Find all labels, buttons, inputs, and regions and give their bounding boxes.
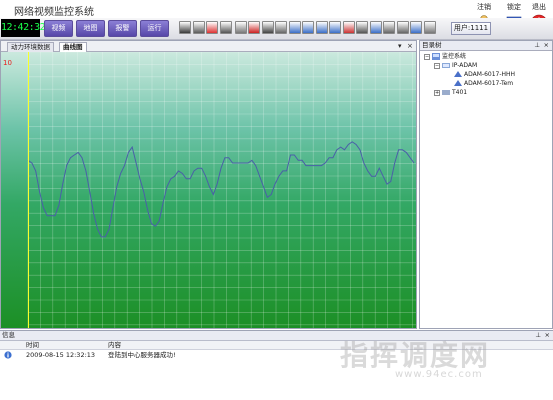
collapse-icon[interactable]: −	[434, 62, 440, 69]
column-header-content[interactable]: 内容	[108, 341, 121, 349]
y-axis-line	[28, 52, 29, 328]
collapse-icon[interactable]: −	[424, 53, 430, 60]
pen-icon[interactable]	[356, 21, 368, 34]
nav-button-map[interactable]: 地图	[76, 20, 105, 37]
device-icon[interactable]	[383, 21, 395, 34]
tree-node-label: ADAM-6017-Tem	[464, 80, 514, 87]
grid-icon[interactable]	[179, 21, 191, 34]
row-content: 登陆到中心服务器成功!	[108, 351, 176, 359]
user-label: 用户:1111	[451, 22, 491, 35]
close-icon[interactable]: ×	[545, 331, 550, 340]
clock-display: 12:42:32	[1, 19, 46, 37]
device-icon[interactable]	[396, 21, 409, 34]
tree-node-t401[interactable]: + T401	[434, 88, 467, 97]
window-icon[interactable]	[302, 21, 314, 34]
close-icon[interactable]: ×	[544, 41, 549, 50]
tree-node-label: IP-ADAM	[452, 62, 478, 69]
window-icon[interactable]	[369, 21, 382, 34]
exit-label: 退出	[532, 3, 546, 11]
tree-node-monitor-system[interactable]: − 监控系统	[424, 52, 466, 61]
help-icon[interactable]	[248, 21, 260, 34]
logout-label: 注销	[477, 3, 491, 11]
tree-panel-header: 目录树 ⊥ ×	[420, 41, 552, 51]
tree-node-ip-adam[interactable]: − IP-ADAM	[434, 61, 477, 70]
chevron-down-icon[interactable]: ▾	[398, 41, 402, 51]
info-icon	[4, 351, 12, 359]
tools-icon[interactable]	[275, 21, 287, 34]
tree-node-adam-hhh[interactable]: ADAM-6017-HHH	[454, 70, 515, 79]
system-icon	[432, 53, 440, 60]
record-icon[interactable]	[206, 21, 218, 34]
device-icon	[442, 90, 450, 95]
flag-icon[interactable]	[342, 21, 355, 34]
image-icon[interactable]	[410, 21, 422, 34]
alarm-icon[interactable]	[261, 21, 274, 34]
expand-icon[interactable]: +	[434, 89, 440, 96]
tree-node-label: 监控系统	[442, 53, 467, 60]
document-icon[interactable]	[234, 21, 247, 34]
pin-icon[interactable]: ⊥	[534, 41, 540, 50]
nav-button-run[interactable]: 运行	[140, 20, 169, 37]
tree-node-label: T401	[452, 89, 468, 96]
monitor-icon[interactable]	[219, 21, 232, 34]
y-tick-label: 10	[3, 59, 12, 67]
chart-panel: 动力环境数据 曲线图 ▾ × 10	[0, 40, 417, 329]
tree-panel-title: 目录树	[422, 41, 442, 49]
close-icon[interactable]: ×	[407, 41, 413, 51]
watermark-text: 指挥调度网	[340, 339, 491, 372]
nav-button-video[interactable]: 视频	[44, 20, 73, 37]
row-time: 2009-08-15 12:32:13	[26, 351, 96, 359]
sensor-icon	[454, 80, 462, 86]
tab-strip: 动力环境数据 曲线图 ▾ ×	[1, 41, 416, 52]
network-icon	[442, 63, 450, 68]
window-icon[interactable]	[315, 21, 328, 34]
chart-svg	[27, 52, 416, 328]
nav-button-alarm[interactable]: 报警	[108, 20, 137, 37]
window-icon[interactable]	[329, 21, 341, 34]
info-panel-title: 信息	[2, 331, 15, 339]
tab-curve[interactable]: 曲线图	[59, 42, 87, 52]
tree-node-adam-tem[interactable]: ADAM-6017-Tem	[454, 79, 513, 88]
settings-icon[interactable]	[423, 21, 436, 34]
camera-icon[interactable]	[192, 21, 205, 34]
tab-env-data[interactable]: 动力环境数据	[7, 42, 54, 52]
pin-icon[interactable]: ⊥	[535, 331, 541, 340]
sensor-icon	[454, 71, 462, 77]
watermark-url: www.94ec.com	[395, 369, 483, 380]
series-line-0	[27, 141, 415, 238]
column-header-time[interactable]: 时间	[26, 341, 39, 349]
app-title: 网络视频监控系统	[14, 7, 94, 18]
directory-tree-panel: 目录树 ⊥ × − 监控系统 − IP-ADAM ADAM-6017-HHH ADA…	[419, 40, 553, 329]
line-chart: 10	[1, 52, 416, 328]
tree-node-label: ADAM-6017-HHH	[464, 71, 516, 78]
window-icon[interactable]	[288, 21, 301, 34]
